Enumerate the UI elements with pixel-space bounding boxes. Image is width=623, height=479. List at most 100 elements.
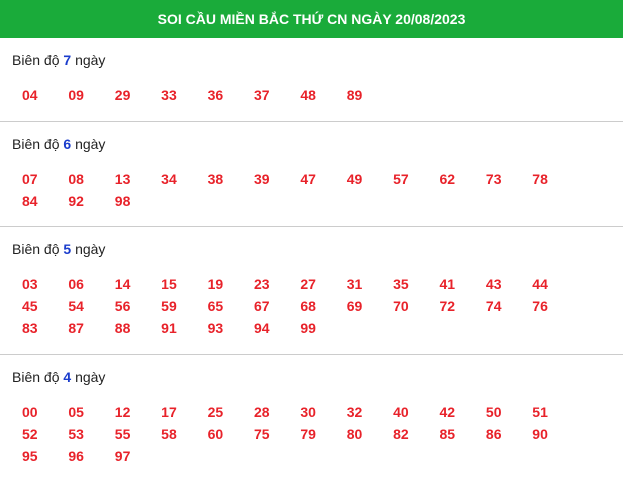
- lottery-number: 28: [253, 404, 270, 420]
- lottery-number: 33: [161, 87, 177, 103]
- lottery-number: 83: [22, 320, 38, 336]
- lottery-number: 69: [346, 298, 363, 314]
- lottery-number: 92: [68, 193, 84, 209]
- lottery-number: 72: [439, 298, 456, 314]
- lottery-number: 31: [346, 276, 363, 292]
- amplitude-section-4: Biên độ 4 ngày 00 05 12 17 25 28 30 32 40 42 50 51 52…: [0, 355, 623, 479]
- lottery-number: 52: [22, 426, 38, 442]
- page-title: SOI CẦU MIỀN BẮC THỨ CN NGÀY 20/08/2023: [157, 11, 466, 27]
- lottery-number: 54: [68, 298, 84, 314]
- lottery-number: 51: [532, 404, 548, 420]
- lottery-number: 76: [532, 298, 548, 314]
- lottery-number: 80: [346, 426, 363, 442]
- lottery-number: 73: [485, 171, 502, 187]
- lottery-number: 36: [207, 87, 224, 103]
- amplitude-section-7: Biên độ 7 ngày 04 09 29 33 36 37 48 89: [0, 38, 623, 122]
- page-title-bar: SOI CẦU MIỀN BẮC THỨ CN NGÀY 20/08/2023: [0, 0, 623, 38]
- lottery-number: 59: [161, 298, 177, 314]
- sections-container: Biên độ 7 ngày 04 09 29 33 36 37 48 89 Biên độ 6 …: [0, 38, 623, 479]
- lottery-number: 47: [300, 171, 316, 187]
- lottery-number: 14: [114, 276, 131, 292]
- lottery-number: 39: [253, 171, 270, 187]
- lottery-number: 89: [346, 87, 363, 103]
- lottery-number: 82: [393, 426, 409, 442]
- amplitude-section-5: Biên độ 5 ngày 03 06 14 15 19 23 27 31 35 41 43 44 45…: [0, 227, 623, 355]
- section-label: Biên độ 6 ngày: [12, 122, 611, 154]
- lottery-number: 17: [161, 404, 177, 420]
- lottery-number: 30: [300, 404, 316, 420]
- lottery-number: 95: [22, 448, 38, 464]
- section-label-prefix: Biên độ: [12, 136, 60, 152]
- lottery-number: 68: [300, 298, 316, 314]
- section-label: Biên độ 7 ngày: [12, 38, 611, 70]
- lottery-number: 42: [439, 404, 456, 420]
- section-label-suffix: ngày: [75, 369, 106, 385]
- lottery-number: 87: [68, 320, 84, 336]
- lottery-number: 94: [253, 320, 270, 336]
- lottery-number: 25: [207, 404, 224, 420]
- lottery-number: 65: [207, 298, 224, 314]
- lottery-number: 88: [114, 320, 131, 336]
- lottery-number: 12: [114, 404, 131, 420]
- section-label-suffix: ngày: [75, 241, 106, 257]
- number-grid: 00 05 12 17 25 28 30 32 40 42 50 51 52 53 55 58 60 75 79 80…: [12, 401, 611, 467]
- lottery-number: 38: [207, 171, 224, 187]
- lottery-number: 78: [532, 171, 548, 187]
- lottery-number: 37: [253, 87, 270, 103]
- section-days-count: 4: [63, 369, 72, 385]
- lottery-number: 44: [532, 276, 548, 292]
- lottery-number: 43: [485, 276, 502, 292]
- section-label-suffix: ngày: [75, 52, 106, 68]
- lottery-number: 58: [161, 426, 177, 442]
- section-days-count: 7: [63, 52, 72, 68]
- lottery-number: 29: [114, 87, 131, 103]
- lottery-number: 75: [253, 426, 270, 442]
- lottery-number: 05: [68, 404, 84, 420]
- section-days-count: 5: [63, 241, 72, 257]
- lottery-number: 32: [346, 404, 363, 420]
- amplitude-section-6: Biên độ 6 ngày 07 08 13 34 38 39 47 49 57 62 73 78 84…: [0, 122, 623, 227]
- lottery-number: 85: [439, 426, 456, 442]
- lottery-number: 79: [300, 426, 316, 442]
- lottery-number: 60: [207, 426, 224, 442]
- lottery-number: 98: [114, 193, 131, 209]
- lottery-number: 08: [68, 171, 84, 187]
- lottery-number: 62: [439, 171, 456, 187]
- section-label-prefix: Biên độ: [12, 52, 60, 68]
- lottery-number: 19: [207, 276, 224, 292]
- lottery-number: 86: [485, 426, 502, 442]
- lottery-number: 74: [485, 298, 502, 314]
- lottery-number: 53: [68, 426, 84, 442]
- lottery-number: 06: [68, 276, 84, 292]
- lottery-number: 48: [300, 87, 316, 103]
- lottery-number: 55: [114, 426, 131, 442]
- lottery-number: 07: [22, 171, 38, 187]
- lottery-number: 09: [68, 87, 84, 103]
- section-label-prefix: Biên độ: [12, 241, 60, 257]
- lottery-number: 56: [114, 298, 131, 314]
- lottery-number: 70: [393, 298, 409, 314]
- number-grid: 07 08 13 34 38 39 47 49 57 62 73 78 84 92 98: [12, 168, 611, 212]
- lottery-number: 03: [22, 276, 38, 292]
- lottery-number: 90: [532, 426, 548, 442]
- section-label-prefix: Biên độ: [12, 369, 60, 385]
- lottery-number: 04: [22, 87, 38, 103]
- number-grid: 04 09 29 33 36 37 48 89: [12, 84, 611, 106]
- lottery-number: 40: [393, 404, 409, 420]
- lottery-number: 97: [114, 448, 131, 464]
- lottery-number: 96: [68, 448, 84, 464]
- lottery-number: 91: [161, 320, 177, 336]
- lottery-number: 93: [207, 320, 224, 336]
- number-grid: 03 06 14 15 19 23 27 31 35 41 43 44 45 54 56 59 65 67 68 69…: [12, 273, 611, 339]
- section-label-suffix: ngày: [75, 136, 106, 152]
- lottery-number: 35: [393, 276, 409, 292]
- lottery-number: 15: [161, 276, 177, 292]
- lottery-number: 00: [22, 404, 38, 420]
- lottery-number: 23: [253, 276, 270, 292]
- section-days-count: 6: [63, 136, 72, 152]
- lottery-number: 13: [114, 171, 131, 187]
- lottery-number: 45: [22, 298, 38, 314]
- section-label: Biên độ 5 ngày: [12, 227, 611, 259]
- lottery-number: 41: [439, 276, 456, 292]
- lottery-number: 57: [393, 171, 409, 187]
